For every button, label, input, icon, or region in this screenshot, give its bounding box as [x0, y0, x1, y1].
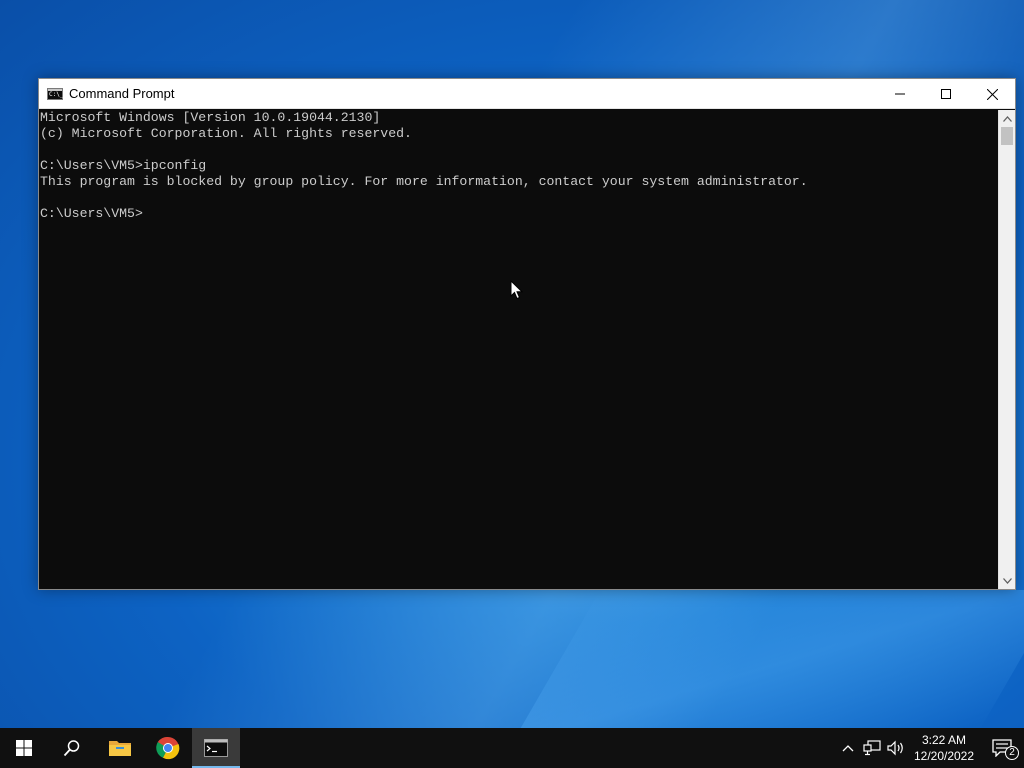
chevron-up-icon [1003, 115, 1012, 122]
console-line-1: Microsoft Windows [Version 10.0.19044.21… [40, 110, 381, 125]
folder-icon [109, 741, 131, 756]
speaker-icon [887, 740, 903, 756]
command-prompt-taskbar-button[interactable] [192, 728, 240, 768]
title-bar[interactable]: C:\_ Command Prompt [39, 79, 1015, 109]
search-button[interactable] [48, 728, 96, 768]
chevron-up-icon [842, 745, 854, 752]
console-prompt[interactable]: C:\Users\VM5> [40, 206, 999, 222]
console-output[interactable]: Microsoft Windows [Version 10.0.19044.21… [39, 110, 999, 589]
system-tray: 3:22 AM 12/20/2022 2 [836, 728, 1024, 768]
clock-date: 12/20/2022 [913, 749, 975, 763]
start-button[interactable] [0, 728, 48, 768]
taskbar: 3:22 AM 12/20/2022 2 [0, 728, 1024, 768]
minimize-button[interactable] [877, 79, 923, 109]
chrome-icon [156, 736, 180, 760]
console-line-6 [40, 190, 999, 206]
console-line-3 [40, 142, 999, 158]
minimize-icon [895, 93, 905, 95]
vertical-scrollbar[interactable] [998, 110, 1015, 589]
search-icon [63, 740, 80, 757]
scroll-down-button[interactable] [999, 572, 1016, 589]
terminal-icon: C:\_ [47, 87, 64, 100]
network-button[interactable] [860, 728, 884, 768]
maximize-button[interactable] [923, 79, 969, 109]
network-icon [863, 740, 881, 756]
file-explorer-button[interactable] [96, 728, 144, 768]
show-hidden-icons-button[interactable] [836, 728, 860, 768]
clock-button[interactable]: 3:22 AM 12/20/2022 [908, 732, 980, 764]
close-button[interactable] [969, 79, 1015, 109]
notification-count-badge: 2 [1005, 746, 1019, 760]
window-title: Command Prompt [69, 86, 175, 101]
volume-button[interactable] [884, 728, 908, 768]
wallpaper-streak [519, 590, 1024, 730]
console-line-4: C:\Users\VM5>ipconfig [40, 158, 207, 173]
maximize-icon [941, 89, 951, 99]
command-prompt-window[interactable]: C:\_ Command Prompt Microsoft Windows [V… [38, 78, 1016, 590]
scroll-up-button[interactable] [999, 110, 1016, 127]
console-line-5: This program is blocked by group policy.… [40, 174, 808, 189]
console-line-2: (c) Microsoft Corporation. All rights re… [40, 126, 412, 141]
close-icon [986, 88, 998, 100]
scrollbar-thumb[interactable] [1001, 127, 1013, 145]
terminal-icon [204, 739, 228, 757]
clock-time: 3:22 AM [921, 733, 967, 747]
action-center-button[interactable]: 2 [980, 728, 1024, 768]
windows-logo-icon [16, 740, 32, 756]
mouse-pointer-icon [510, 280, 524, 300]
terminal-icon-text: C:\_ [49, 90, 64, 98]
chrome-button[interactable] [144, 728, 192, 768]
chevron-down-icon [1003, 577, 1012, 584]
caption-buttons [877, 79, 1015, 109]
